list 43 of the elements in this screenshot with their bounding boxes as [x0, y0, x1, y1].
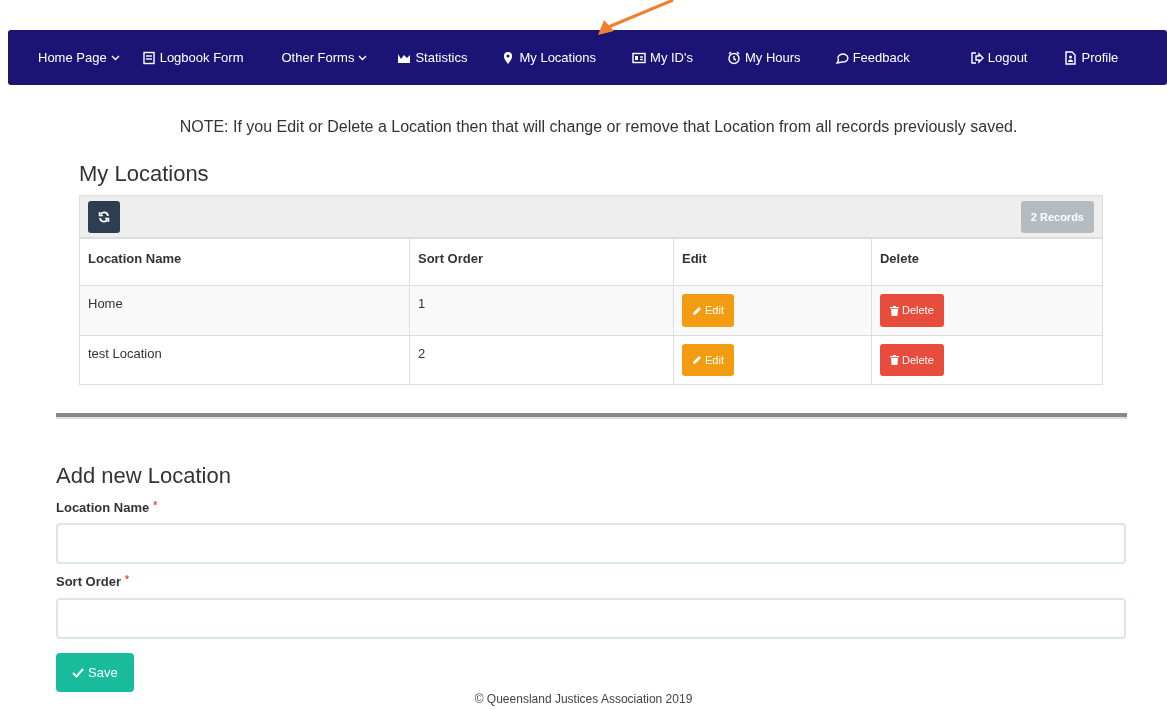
- delete-button[interactable]: Delete: [880, 294, 944, 327]
- nav-link[interactable]: Other Forms: [281, 47, 368, 68]
- field-label: Location Name *: [56, 498, 159, 517]
- logout-icon: [969, 50, 984, 65]
- nav-link[interactable]: My ID's: [632, 47, 693, 68]
- column-header: Delete: [871, 238, 1103, 286]
- table-cell: test Location: [79, 335, 410, 385]
- pencil-icon: [692, 355, 702, 366]
- table-cell: 2: [409, 335, 674, 385]
- alarm-clock-icon: [727, 50, 741, 65]
- required-mark: *: [125, 574, 129, 586]
- nav-link[interactable]: Profile: [1063, 47, 1119, 68]
- column-header: Edit: [673, 238, 872, 286]
- field-label: Sort Order *: [56, 573, 130, 592]
- nav-link[interactable]: Home Page: [38, 47, 120, 68]
- nav-link[interactable]: Feedback: [834, 47, 910, 68]
- nav-link[interactable]: Logout: [969, 47, 1028, 68]
- trash-icon: [890, 355, 899, 366]
- column-header: Sort Order: [409, 238, 674, 286]
- footer-text: © Queensland Justices Association 2019: [473, 692, 694, 707]
- section-title: My Locations: [79, 161, 210, 188]
- column-header: Location Name: [79, 238, 410, 286]
- input-field[interactable]: [56, 523, 1126, 565]
- input-field[interactable]: [56, 597, 1126, 639]
- check-icon: [72, 667, 84, 678]
- form-title: Add new Location: [56, 463, 232, 490]
- id-card-icon: [632, 50, 647, 65]
- form-icon: [141, 50, 156, 65]
- nav-link[interactable]: Logbook Form: [141, 47, 244, 68]
- table-cell: 1: [409, 285, 674, 336]
- refresh-icon: [98, 210, 110, 223]
- refresh-button[interactable]: [88, 200, 120, 233]
- nav-link[interactable]: My Hours: [727, 47, 801, 68]
- profile-document-icon: [1063, 50, 1078, 65]
- pencil-icon: [692, 305, 702, 316]
- table-cell: Home: [79, 285, 410, 336]
- delete-button[interactable]: Delete: [880, 343, 944, 377]
- required-mark: *: [153, 499, 158, 511]
- trash-icon: [890, 305, 899, 316]
- nav-link[interactable]: My Locations: [501, 47, 597, 68]
- speech-bubble-icon: [834, 50, 849, 65]
- nav-link[interactable]: Statistics: [397, 47, 468, 68]
- note-text: NOTE: If you Edit or Delete a Location then that will change or remove that Location from all records previously saved.: [178, 117, 1019, 137]
